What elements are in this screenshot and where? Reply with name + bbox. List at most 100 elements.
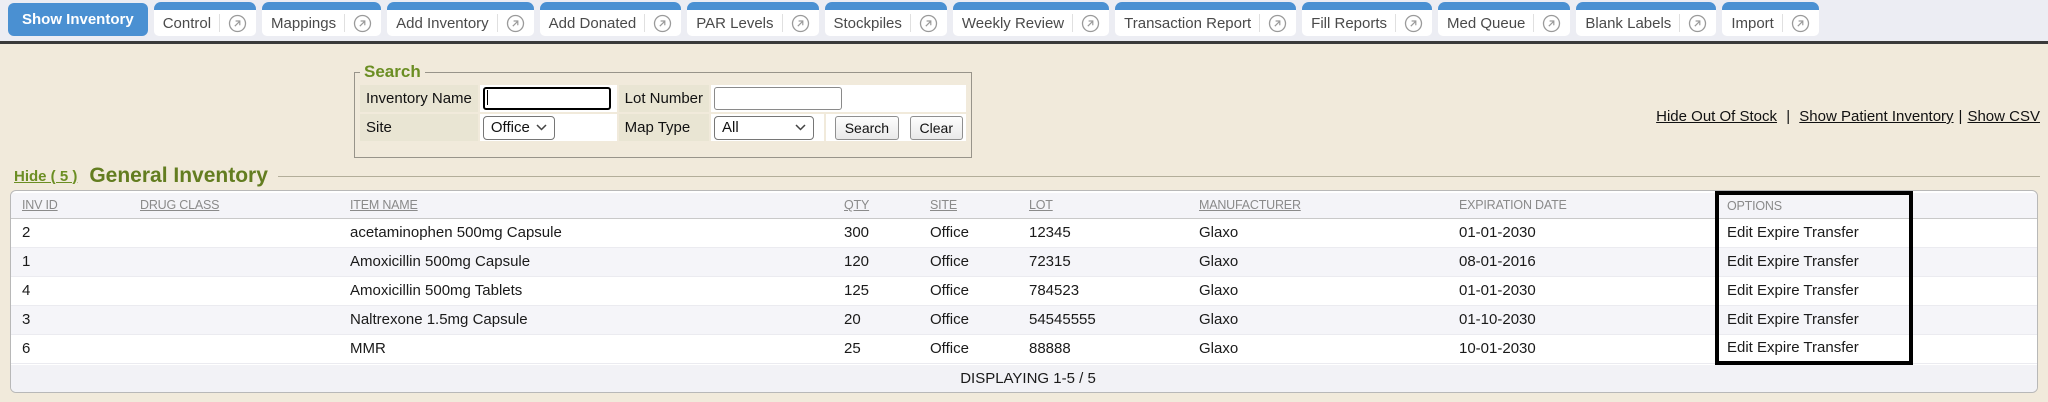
col-header-lot[interactable]: LOT <box>1021 193 1191 218</box>
cell-drug-class <box>132 247 342 276</box>
show-patient-inventory-link[interactable]: Show Patient Inventory <box>1799 108 1953 125</box>
tab-divider <box>1679 14 1680 32</box>
tab-transaction-report[interactable]: Transaction Report <box>1115 2 1296 36</box>
tab-accent-bar <box>540 2 682 10</box>
cell-item-name: MMR <box>342 334 836 363</box>
tab-divider <box>782 14 783 32</box>
external-link-icon[interactable] <box>228 14 247 33</box>
tab-label: Med Queue <box>1447 15 1525 32</box>
tab-control[interactable]: Control <box>154 2 256 36</box>
link-separator: | <box>1782 108 1794 125</box>
cell-manufacturer: Glaxo <box>1191 334 1451 363</box>
tab-par-levels[interactable]: PAR Levels <box>687 2 818 36</box>
table-row[interactable]: 6 MMR 25 Office 88888 Glaxo 10-01-2030 E… <box>11 334 2037 363</box>
cell-item-name: Amoxicillin 500mg Tablets <box>342 276 836 305</box>
table-row[interactable]: 2 acetaminophen 500mg Capsule 300 Office… <box>11 218 2037 247</box>
col-header-item-name[interactable]: ITEM NAME <box>342 193 836 218</box>
cell-options-links[interactable]: Edit Expire Transfer <box>1717 276 1911 305</box>
cell-options-links[interactable]: Edit Expire Transfer <box>1717 305 1911 334</box>
table-footer-row: DISPLAYING 1-5 / 5 <box>11 363 2037 392</box>
lot-number-input[interactable] <box>714 87 842 110</box>
table-row[interactable]: 3 Naltrexone 1.5mg Capsule 20 Office 545… <box>11 305 2037 334</box>
external-link-icon[interactable] <box>1688 14 1707 33</box>
tab-label: Import <box>1731 15 1774 32</box>
table-row[interactable]: 4 Amoxicillin 500mg Tablets 125 Office 7… <box>11 276 2037 305</box>
hide-out-of-stock-link[interactable]: Hide Out Of Stock <box>1656 108 1777 125</box>
external-link-icon[interactable] <box>1791 14 1810 33</box>
tab-accent-bar <box>1576 2 1716 10</box>
tab-divider <box>497 14 498 32</box>
external-link-icon[interactable] <box>353 14 372 33</box>
tab-med-queue[interactable]: Med Queue <box>1438 2 1570 36</box>
cell-site: Office <box>922 276 1021 305</box>
cell-spacer <box>1911 247 2037 276</box>
cell-inv-id: 2 <box>11 218 132 247</box>
map-type-select[interactable]: All <box>714 116 814 140</box>
cell-options-links[interactable]: Edit Expire Transfer <box>1717 247 1911 276</box>
tab-divider <box>1395 14 1396 32</box>
cell-drug-class <box>132 218 342 247</box>
cell-site: Office <box>922 218 1021 247</box>
paging-status: DISPLAYING 1-5 / 5 <box>11 363 2037 392</box>
tab-label: Add Donated <box>549 15 637 32</box>
clear-button[interactable]: Clear <box>910 116 963 140</box>
cell-qty: 20 <box>836 305 922 334</box>
tab-import[interactable]: Import <box>1722 2 1819 36</box>
cell-options-links[interactable]: Edit Expire Transfer <box>1717 334 1911 363</box>
tab-weekly-review[interactable]: Weekly Review <box>953 2 1109 36</box>
external-link-icon[interactable] <box>1081 14 1100 33</box>
cell-spacer <box>1911 276 2037 305</box>
tab-mappings[interactable]: Mappings <box>262 2 381 36</box>
tab-label: Mappings <box>271 15 336 32</box>
tab-stockpiles[interactable]: Stockpiles <box>825 2 947 36</box>
tab-label: Fill Reports <box>1311 15 1387 32</box>
text-caret <box>487 90 489 105</box>
search-button[interactable]: Search <box>835 116 899 140</box>
cell-qty: 125 <box>836 276 922 305</box>
cell-expiration-date: 01-10-2030 <box>1451 305 1717 334</box>
external-link-icon[interactable] <box>1268 14 1287 33</box>
inventory-name-input[interactable] <box>483 87 611 110</box>
tab-add-donated[interactable]: Add Donated <box>540 2 682 36</box>
site-select[interactable]: Office <box>483 116 555 140</box>
cell-drug-class <box>132 276 342 305</box>
cell-spacer <box>1911 334 2037 363</box>
tab-blank-labels[interactable]: Blank Labels <box>1576 2 1716 36</box>
tab-show-inventory[interactable]: Show Inventory <box>8 3 148 36</box>
section-title: General Inventory <box>89 164 268 188</box>
external-link-icon[interactable] <box>653 14 672 33</box>
col-header-site[interactable]: SITE <box>922 193 1021 218</box>
external-link-icon[interactable] <box>506 14 525 33</box>
search-legend: Search <box>360 62 425 82</box>
tab-add-inventory[interactable]: Add Inventory <box>387 2 534 36</box>
table-row[interactable]: 1 Amoxicillin 500mg Capsule 120 Office 7… <box>11 247 2037 276</box>
col-header-qty[interactable]: QTY <box>836 193 922 218</box>
external-link-icon[interactable] <box>1404 14 1423 33</box>
tab-label: Blank Labels <box>1585 15 1671 32</box>
link-separator: | <box>1959 108 1963 125</box>
cell-expiration-date: 10-01-2030 <box>1451 334 1717 363</box>
tab-label: Add Inventory <box>396 15 489 32</box>
hide-count-link[interactable]: Hide ( 5 ) <box>14 168 77 185</box>
col-header-drug-class[interactable]: DRUG CLASS <box>132 193 342 218</box>
cell-lot: 88888 <box>1021 334 1191 363</box>
show-csv-link[interactable]: Show CSV <box>1967 108 2040 125</box>
tab-accent-bar <box>1722 2 1819 10</box>
cell-inv-id: 1 <box>11 247 132 276</box>
col-header-expiration-date: EXPIRATION DATE <box>1451 193 1717 218</box>
tab-accent-bar <box>1115 2 1296 10</box>
external-link-icon[interactable] <box>791 14 810 33</box>
tab-label: Stockpiles <box>834 15 902 32</box>
tab-fill-reports[interactable]: Fill Reports <box>1302 2 1432 36</box>
external-link-icon[interactable] <box>1542 14 1561 33</box>
col-header-manufacturer[interactable]: MANUFACTURER <box>1191 193 1451 218</box>
cell-expiration-date: 08-01-2016 <box>1451 247 1717 276</box>
inventory-name-label: Inventory Name <box>360 85 478 112</box>
cell-options-links[interactable]: Edit Expire Transfer <box>1717 218 1911 247</box>
col-header-inv-id[interactable]: INV ID <box>11 193 132 218</box>
external-link-icon[interactable] <box>919 14 938 33</box>
tab-label: Control <box>163 15 211 32</box>
cell-manufacturer: Glaxo <box>1191 305 1451 334</box>
cell-expiration-date: 01-01-2030 <box>1451 218 1717 247</box>
site-label: Site <box>360 114 478 141</box>
